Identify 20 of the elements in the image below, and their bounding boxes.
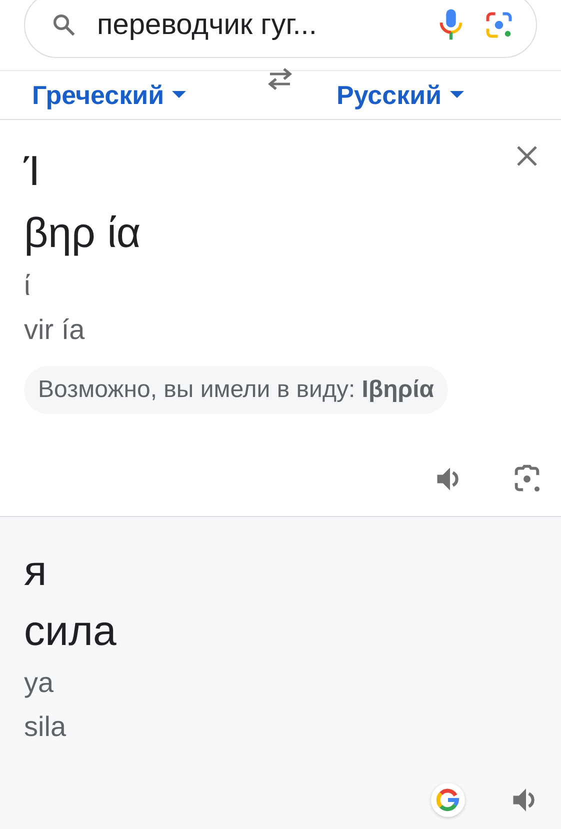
caret-icon (450, 91, 464, 99)
transliteration: vir ía (24, 313, 86, 347)
translated-text: я (24, 546, 47, 596)
transliteration: ί (24, 269, 32, 303)
transliteration: ya (24, 666, 55, 700)
search-query: переводчик гуг... (97, 8, 318, 42)
microphone-icon[interactable] (438, 8, 464, 42)
source-language-button[interactable]: Греческий (0, 80, 256, 110)
suggestion-chip[interactable]: Возможно, вы имели в виду: Ιβηρία (24, 366, 448, 414)
target-language-button[interactable]: Русский (256, 80, 561, 110)
source-text: βηρ ία (24, 208, 141, 258)
translated-text: сила (24, 606, 116, 656)
camera-icon[interactable] (484, 10, 514, 40)
close-icon[interactable] (515, 144, 539, 168)
search-field[interactable]: переводчик гуг... (24, 0, 537, 58)
google-logo[interactable] (431, 783, 465, 817)
search-icon (51, 12, 77, 38)
caret-icon (172, 91, 186, 99)
transliteration: sila (24, 710, 68, 744)
source-text: Ί (24, 146, 40, 196)
